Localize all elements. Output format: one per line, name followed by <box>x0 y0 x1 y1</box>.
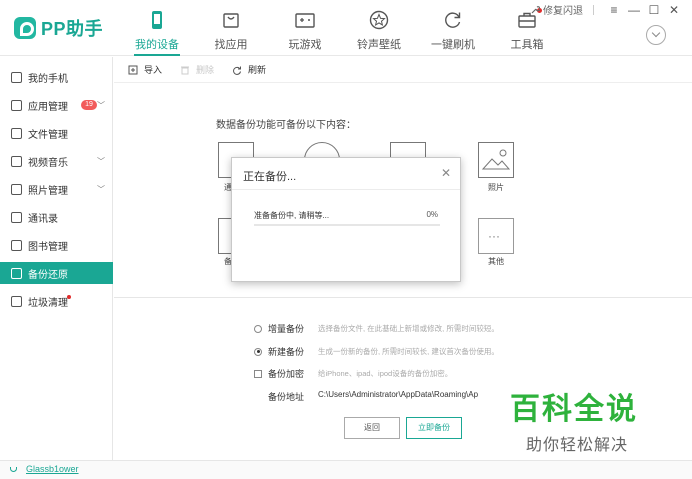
dialog-header: 正在备份... ✕ <box>232 158 460 190</box>
app-icon <box>11 99 22 111</box>
backup-address-value[interactable]: C:\Users\Administrator\AppData\Roaming\A… <box>318 390 494 399</box>
encrypt-checkbox[interactable] <box>254 369 262 378</box>
maximize-button[interactable]: ☐ <box>644 3 664 17</box>
refresh-button[interactable]: 刷新 <box>232 63 266 76</box>
nav-games[interactable]: 玩游戏 <box>268 0 342 56</box>
video-icon <box>11 155 22 167</box>
sidebar-item-books[interactable]: 图书管理 <box>0 234 113 256</box>
logo-text: PP助手 <box>41 19 104 39</box>
encrypt-backup-option[interactable]: 备份加密 <box>254 367 318 380</box>
book-icon <box>11 239 22 251</box>
nav-my-device[interactable]: 我的设备 <box>120 0 194 56</box>
import-icon <box>128 65 138 74</box>
sidebar-item-photos[interactable]: 照片管理 ﹀ <box>0 178 113 200</box>
category-label: 其他 <box>488 257 504 266</box>
control-separator <box>593 4 594 15</box>
sidebar-item-media[interactable]: 视频音乐 ﹀ <box>0 150 113 172</box>
toolbar: 导入 删除 刷新 <box>114 57 692 83</box>
refresh-icon <box>445 12 461 28</box>
sidebar-item-my-phone[interactable]: 我的手机 <box>0 66 113 88</box>
download-manager-button[interactable] <box>646 25 666 45</box>
app-logo: PP助手 <box>14 15 103 41</box>
chevron-down-icon: ﹀ <box>97 184 105 194</box>
pp-logo-icon <box>14 17 36 39</box>
backup-category-other[interactable]: ··· <box>478 218 514 254</box>
progress-bar <box>254 224 440 226</box>
status-bar: Glassb1ower <box>0 460 692 479</box>
nav-ringtones[interactable]: 铃声壁纸 <box>342 0 416 56</box>
watermark-title: 百科全说 <box>510 393 638 426</box>
phone-icon <box>152 11 162 29</box>
cleanup-notification-dot <box>67 295 71 299</box>
pp-assistant-window: PP助手 我的设备 找应用 玩游戏 铃声壁纸 一键刷机 工具箱 修复闪退 ≡ —… <box>0 0 692 479</box>
gamepad-icon <box>295 13 315 28</box>
trash-icon <box>181 66 189 74</box>
main-nav: 我的设备 找应用 玩游戏 铃声壁纸 一键刷机 工具箱 <box>120 0 564 56</box>
chevron-down-icon: ﹀ <box>97 100 105 110</box>
sidebar-item-cleanup[interactable]: 垃圾清理 <box>0 290 113 312</box>
backup-address-label: 备份地址 <box>268 392 305 402</box>
backup-progress-dialog: 正在备份... ✕ 准备备份中, 请稍等... 0% <box>231 157 461 282</box>
new-backup-option[interactable]: 新建备份 <box>254 345 318 358</box>
sidebar-item-backup[interactable]: 备份还原 <box>0 262 113 284</box>
dialog-message: 准备备份中, 请稍等... <box>254 211 330 220</box>
nav-flash[interactable]: 一键刷机 <box>416 0 490 56</box>
photo-icon <box>11 183 22 195</box>
sidebar-item-contacts[interactable]: 通讯录 <box>0 206 113 228</box>
sidebar-item-app-manage[interactable]: 应用管理 19 ﹀ <box>0 94 113 116</box>
refresh-icon <box>233 66 241 75</box>
top-header: PP助手 我的设备 找应用 玩游戏 铃声壁纸 一键刷机 工具箱 修复闪退 ≡ —… <box>0 0 692 56</box>
wrench-icon <box>531 5 540 13</box>
shopping-bag-icon <box>223 13 239 28</box>
folder-icon <box>11 127 22 139</box>
window-controls: 修复闪退 ≡ — ☐ ✕ <box>530 2 684 17</box>
delete-button[interactable]: 删除 <box>180 63 214 76</box>
backup-intro: 数据备份功能可备份以下内容： <box>216 120 356 131</box>
fix-crash-button[interactable]: 修复闪退 <box>530 2 583 17</box>
section-divider <box>114 297 692 298</box>
incremental-backup-option[interactable]: 增量备份 <box>254 322 318 335</box>
import-button[interactable]: 导入 <box>128 63 162 76</box>
incremental-radio[interactable] <box>254 324 262 333</box>
start-backup-button[interactable]: 立即备份 <box>406 417 462 439</box>
incremental-desc: 选择备份文件, 在此基础上新增或修改, 所需时间较短。 <box>318 324 499 333</box>
backup-icon <box>11 267 22 279</box>
close-button[interactable]: ✕ <box>664 3 684 17</box>
more-icon: ··· <box>488 229 500 243</box>
encrypt-desc: 给iPhone、ipad、ipod设备的备份加密。 <box>318 369 453 378</box>
dialog-title: 正在备份... <box>243 171 297 183</box>
device-name-link[interactable]: Glassb1ower <box>26 464 79 474</box>
photo-icon <box>481 149 511 170</box>
device-connected-icon <box>10 467 17 472</box>
progress-percent: 0% <box>426 210 438 219</box>
watermark-logo: 百科全说 助你轻松解决 <box>510 384 660 455</box>
category-label: 照片 <box>488 183 504 192</box>
watermark-subtitle: 助你轻松解决 <box>526 437 629 454</box>
minimize-button[interactable]: — <box>624 3 644 17</box>
new-backup-desc: 生成一份新的备份, 所需时间较长, 建议首次备份使用。 <box>318 347 499 356</box>
phone-icon <box>11 71 22 83</box>
dialog-close-icon[interactable]: ✕ <box>441 166 451 180</box>
trash-icon <box>11 295 22 307</box>
nav-find-apps[interactable]: 找应用 <box>194 0 268 56</box>
back-button[interactable]: 返回 <box>344 417 400 439</box>
app-count-badge: 19 <box>81 100 97 110</box>
sidebar: 我的手机 应用管理 19 ﹀ 文件管理 视频音乐 ﹀ 照片管理 ﹀ 通讯录 图书… <box>0 57 113 460</box>
contacts-icon <box>11 211 22 223</box>
backup-category-photos[interactable] <box>478 142 514 178</box>
sidebar-item-files[interactable]: 文件管理 <box>0 122 113 144</box>
new-backup-radio[interactable] <box>254 347 262 356</box>
menu-button[interactable]: ≡ <box>604 3 624 17</box>
star-icon <box>369 10 389 30</box>
chevron-down-icon: ﹀ <box>97 156 105 166</box>
